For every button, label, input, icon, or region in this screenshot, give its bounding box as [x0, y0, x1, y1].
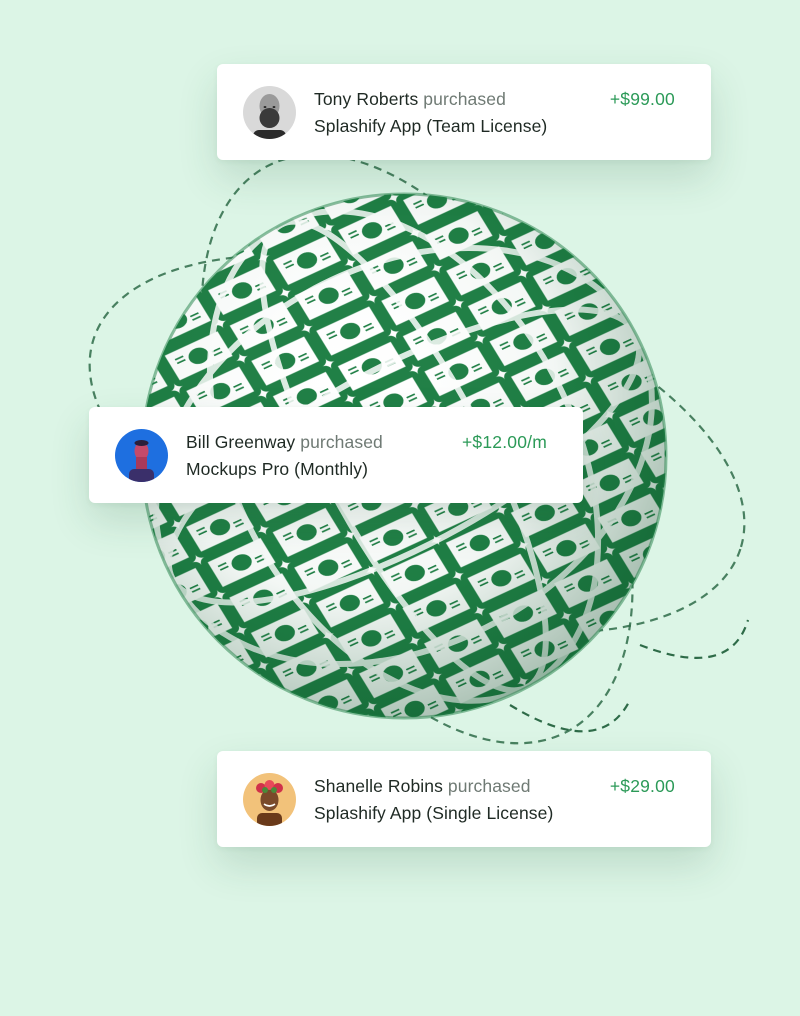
avatar-woman-flower-crown-icon — [243, 773, 296, 826]
purchase-headline: Shanelle Robins purchased — [314, 776, 531, 797]
purchase-headline: Tony Roberts purchased — [314, 89, 506, 110]
avatar — [115, 429, 168, 482]
avatar — [243, 773, 296, 826]
avatar-man-blue-background-icon — [115, 429, 168, 482]
purchase-card: Tony Roberts purchased Splashify App (Te… — [217, 64, 711, 160]
buyer-name: Bill Greenway — [186, 432, 296, 452]
purchase-card: Shanelle Robins purchased Splashify App … — [217, 751, 711, 847]
avatar — [243, 86, 296, 139]
buyer-name: Tony Roberts — [314, 89, 419, 109]
purchase-verb: purchased — [300, 432, 383, 452]
purchase-amount: +$99.00 — [609, 89, 675, 109]
purchase-headline: Bill Greenway purchased — [186, 432, 383, 453]
product-name: Mockups Pro (Monthly) — [186, 459, 369, 479]
purchase-verb: purchased — [423, 89, 506, 109]
purchase-card: Bill Greenway purchased Mockups Pro (Mon… — [89, 407, 583, 503]
purchase-activity-illustration: Tony Roberts purchased Splashify App (Te… — [0, 0, 800, 1016]
purchase-amount: +$12.00/m — [462, 432, 547, 452]
avatar-bald-bearded-man-icon — [243, 86, 296, 139]
buyer-name: Shanelle Robins — [314, 776, 443, 796]
product-name: Splashify App (Single License) — [314, 803, 554, 823]
purchase-verb: purchased — [447, 776, 531, 796]
purchase-amount: +$29.00 — [609, 776, 675, 796]
product-name: Splashify App (Team License) — [314, 116, 548, 136]
